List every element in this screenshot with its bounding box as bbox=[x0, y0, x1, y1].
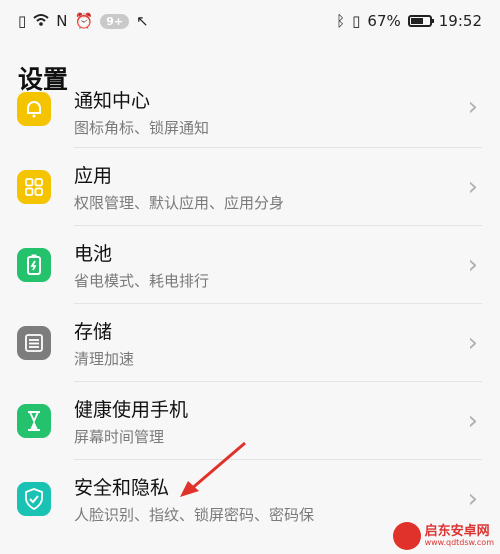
status-right: ᛒ ▯ 67% 19:52 bbox=[336, 12, 482, 30]
storage-icon bbox=[17, 326, 51, 360]
vibrate-icon: ▯ bbox=[352, 11, 361, 30]
settings-item-subtitle: 屏幕时间管理 bbox=[74, 428, 165, 446]
settings-item-title: 电池 bbox=[74, 243, 113, 265]
settings-item-title: 健康使用手机 bbox=[74, 399, 189, 421]
settings-item-apps[interactable]: 应用 权限管理、默认应用、应用分身 › bbox=[0, 148, 500, 226]
settings-item-subtitle: 省电模式、耗电排行 bbox=[74, 272, 210, 290]
settings-item-battery[interactable]: 电池 省电模式、耗电排行 › bbox=[0, 226, 500, 304]
watermark-url: www.qdtdsw.com bbox=[424, 537, 494, 547]
settings-item-subtitle: 权限管理、默认应用、应用分身 bbox=[74, 194, 285, 212]
settings-item-subtitle: 清理加速 bbox=[74, 350, 135, 368]
chevron-right-icon: › bbox=[467, 92, 478, 122]
bluetooth-icon: ᛒ bbox=[336, 11, 346, 30]
battery-level-fill bbox=[410, 18, 423, 24]
settings-list: 通知中心 图标角标、锁屏通知 › 应用 权限管理、默认应用、应用分身 › 电池 … bbox=[0, 70, 500, 538]
missed-call-icon: ↖ bbox=[136, 11, 149, 30]
chevron-right-icon: › bbox=[467, 250, 478, 280]
battery-icon bbox=[407, 15, 434, 27]
shield-check-icon bbox=[17, 482, 51, 516]
watermark-text: 启东安卓网 bbox=[424, 523, 490, 539]
chevron-right-icon: › bbox=[467, 484, 478, 514]
chevron-right-icon: › bbox=[467, 328, 478, 358]
hourglass-icon bbox=[17, 404, 51, 438]
battery-percent: 67% bbox=[367, 12, 401, 30]
notification-count-badge: 9+ bbox=[100, 13, 130, 29]
bell-icon bbox=[17, 92, 51, 126]
status-left: ▯ N ⏰ 9+ ↖ bbox=[18, 13, 149, 30]
watermark: 启东安卓网 www.qdtdsw.com bbox=[392, 522, 494, 550]
watermark-logo-icon bbox=[392, 522, 421, 550]
chevron-right-icon: › bbox=[467, 172, 478, 202]
settings-item-title: 安全和隐私 bbox=[74, 477, 170, 499]
wifi-icon bbox=[33, 13, 49, 30]
settings-item-title: 应用 bbox=[74, 165, 113, 187]
settings-item-storage[interactable]: 存储 清理加速 › bbox=[0, 304, 500, 382]
battery-icon bbox=[17, 248, 51, 282]
status-bar: ▯ N ⏰ 9+ ↖ ᛒ ▯ 67% 19:52 bbox=[0, 0, 500, 42]
alarm-icon: ⏰ bbox=[74, 11, 94, 30]
settings-item-title: 存储 bbox=[74, 321, 113, 343]
settings-item-subtitle: 图标角标、锁屏通知 bbox=[74, 119, 210, 137]
settings-item-title: 通知中心 bbox=[74, 90, 151, 112]
settings-item-notification-center[interactable]: 通知中心 图标角标、锁屏通知 › bbox=[0, 70, 500, 148]
settings-item-digital-balance[interactable]: 健康使用手机 屏幕时间管理 › bbox=[0, 382, 500, 460]
annotation-arrow-icon bbox=[180, 441, 246, 497]
chevron-right-icon: › bbox=[467, 406, 478, 436]
nfc-icon: N bbox=[56, 11, 68, 30]
apps-grid-icon bbox=[17, 170, 51, 204]
sim-icon: ▯ bbox=[18, 11, 27, 30]
clock: 19:52 bbox=[438, 12, 482, 30]
